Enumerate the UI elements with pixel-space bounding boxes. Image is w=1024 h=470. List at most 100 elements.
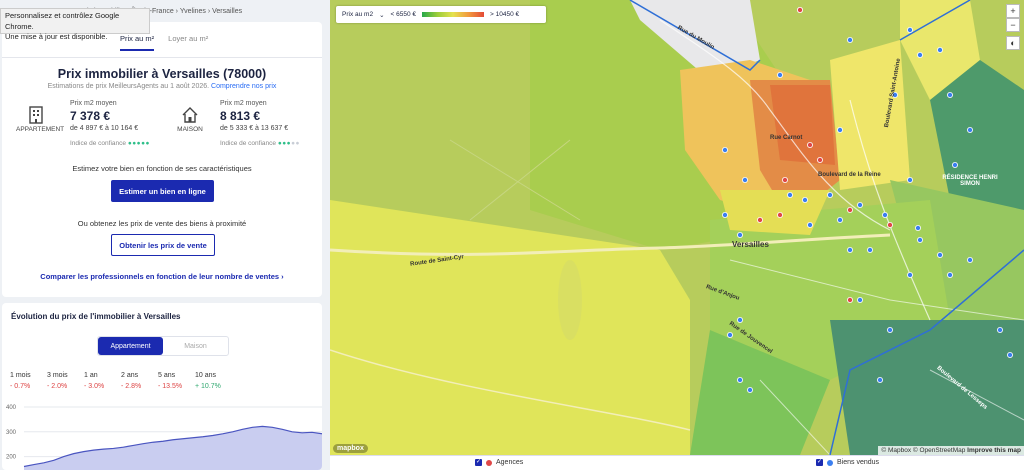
subtitle-text: Estimations de prix MeilleursAgents au 1… — [47, 83, 210, 90]
sold-property-marker[interactable] — [857, 296, 864, 303]
map-filter-bar: ✓ Agences ✓ Biens vendus — [330, 455, 1024, 470]
agency-marker[interactable] — [847, 206, 854, 213]
estimate-button[interactable]: Estimer un bien en ligne — [111, 180, 214, 202]
sold-property-marker[interactable] — [857, 201, 864, 208]
place-versailles: Versailles — [732, 240, 769, 249]
agency-marker[interactable] — [806, 141, 813, 148]
sold-property-marker[interactable] — [947, 92, 954, 99]
confidence-label: Indice de confiance — [70, 140, 127, 147]
sold-property-marker[interactable] — [1007, 351, 1014, 358]
agency-marker[interactable] — [887, 221, 894, 228]
sold-property-marker[interactable] — [721, 146, 728, 153]
chart-area — [24, 426, 322, 470]
attribution-text: © Mapbox © OpenStreetMap — [881, 447, 966, 454]
agency-marker[interactable] — [781, 176, 788, 183]
sold-property-marker[interactable] — [806, 221, 813, 228]
sold-property-marker[interactable] — [847, 37, 854, 44]
period-1y: 1 an - 3.0% — [84, 372, 121, 390]
segment-appartement[interactable]: Appartement — [98, 337, 163, 355]
agency-marker[interactable] — [796, 7, 803, 13]
agencies-label: Agences — [496, 459, 524, 466]
tooltip-line1: Personnalisez et contrôlez Google Chrome… — [5, 11, 120, 31]
chart-y-tick-label: 300 — [6, 430, 17, 436]
period-label: 2 ans — [121, 372, 139, 379]
period-changes: 1 mois - 0.7% 3 mois - 2.0% 1 an - 3.0% 2 a… — [10, 372, 232, 390]
agency-marker[interactable] — [756, 216, 763, 223]
tab-loyer-m2[interactable]: Loyer au m² — [168, 34, 208, 51]
legend-label: Prix au m2 — [342, 11, 374, 18]
checkbox-agencies[interactable]: ✓ — [475, 459, 482, 466]
sold-property-marker[interactable] — [937, 251, 944, 258]
confidence-label: Indice de confiance — [220, 140, 277, 147]
sold-property-marker[interactable] — [937, 47, 944, 54]
tooltip-line2: Une mise à jour est disponible. — [5, 32, 108, 41]
sales-prices-button[interactable]: Obtenir les prix de vente — [111, 234, 215, 256]
legend-max: > 10450 € — [490, 11, 520, 18]
improve-map-link[interactable]: Improve this map — [967, 447, 1021, 454]
house-price: 8 813 € — [220, 109, 261, 123]
compass-icon[interactable]: ◐ — [1006, 36, 1020, 50]
legend-min: < 6550 € — [390, 11, 417, 18]
sold-property-marker[interactable] — [947, 271, 954, 278]
apartment-type: APPARTEMENT — [16, 106, 64, 133]
sold-property-marker[interactable] — [917, 236, 924, 243]
sold-property-marker[interactable] — [917, 52, 924, 59]
price-map[interactable]: Prix au m2 ⌄ < 6550 € > 10450 € + − ◐ Ve… — [330, 0, 1024, 455]
sold-property-marker[interactable] — [967, 127, 974, 134]
sold-property-marker[interactable] — [786, 191, 793, 198]
period-3m: 3 mois - 2.0% — [47, 372, 84, 390]
agency-marker[interactable] — [776, 211, 783, 218]
subtitle: Estimations de prix MeilleursAgents au 1… — [2, 83, 322, 90]
sold-property-marker[interactable] — [726, 331, 733, 338]
compare-pros-link[interactable]: Comparer les professionnels en fonction … — [2, 272, 322, 281]
sold-property-marker[interactable] — [736, 231, 743, 238]
map-attribution[interactable]: © Mapbox © OpenStreetMap Improve this ma… — [878, 446, 1024, 455]
agency-dot-icon — [486, 459, 492, 466]
filter-sold[interactable]: ✓ Biens vendus — [816, 459, 879, 466]
sold-property-marker[interactable] — [952, 161, 959, 168]
agency-marker[interactable] — [847, 296, 854, 303]
apartment-range: de 4 897 € à 10 164 € — [70, 125, 139, 132]
evolution-title: Évolution du prix de l'immobilier à Vers… — [11, 312, 181, 321]
sold-property-marker[interactable] — [887, 326, 894, 333]
sold-property-marker[interactable] — [997, 326, 1004, 333]
segment-maison[interactable]: Maison — [163, 337, 228, 355]
sold-property-marker[interactable] — [801, 196, 808, 203]
agency-marker[interactable] — [816, 156, 823, 163]
map-legend[interactable]: Prix au m2 ⌄ < 6550 € > 10450 € — [336, 6, 546, 23]
sold-property-marker[interactable] — [836, 216, 843, 223]
sold-property-marker[interactable] — [736, 376, 743, 383]
sold-property-marker[interactable] — [877, 376, 884, 383]
period-5y: 5 ans - 13.5% — [158, 372, 195, 390]
property-type-toggle: Appartement Maison — [97, 336, 229, 356]
house-price-block: Prix m2 moyen 8 813 € de 5 333 € à 13 63… — [220, 100, 300, 147]
sold-property-marker[interactable] — [736, 316, 743, 323]
checkbox-sold[interactable]: ✓ — [816, 459, 823, 466]
chart-y-tick-label: 400 — [6, 405, 17, 411]
sold-property-marker[interactable] — [826, 191, 833, 198]
sold-property-marker[interactable] — [741, 176, 748, 183]
house-price-label: Prix m2 moyen — [220, 100, 267, 107]
sold-property-marker[interactable] — [967, 256, 974, 263]
filter-agencies[interactable]: ✓ Agences — [475, 459, 523, 466]
mapbox-logo[interactable]: mapbox — [333, 444, 368, 453]
sold-property-marker[interactable] — [721, 211, 728, 218]
sold-property-marker[interactable] — [882, 211, 889, 218]
period-value: - 2.0% — [47, 383, 68, 390]
map-canvas[interactable] — [330, 0, 1024, 455]
zoom-out-button[interactable]: − — [1006, 18, 1020, 32]
chrome-update-tooltip[interactable]: Personnalisez et contrôlez Google Chrome… — [0, 8, 150, 41]
sold-property-marker[interactable] — [847, 246, 854, 253]
understand-prices-link[interactable]: Comprendre nos prix — [211, 83, 276, 90]
zoom-in-button[interactable]: + — [1006, 4, 1020, 18]
sold-property-marker[interactable] — [915, 224, 922, 231]
sold-property-marker[interactable] — [746, 386, 753, 393]
sold-property-marker[interactable] — [907, 271, 914, 278]
sold-property-marker[interactable] — [867, 246, 874, 253]
sold-property-marker[interactable] — [907, 176, 914, 183]
sold-property-marker[interactable] — [776, 72, 783, 79]
evolution-card: Évolution du prix de l'immobilier à Vers… — [2, 303, 322, 470]
sold-property-marker[interactable] — [836, 127, 843, 134]
sold-property-marker[interactable] — [907, 26, 914, 33]
period-value: - 0.7% — [10, 383, 31, 390]
